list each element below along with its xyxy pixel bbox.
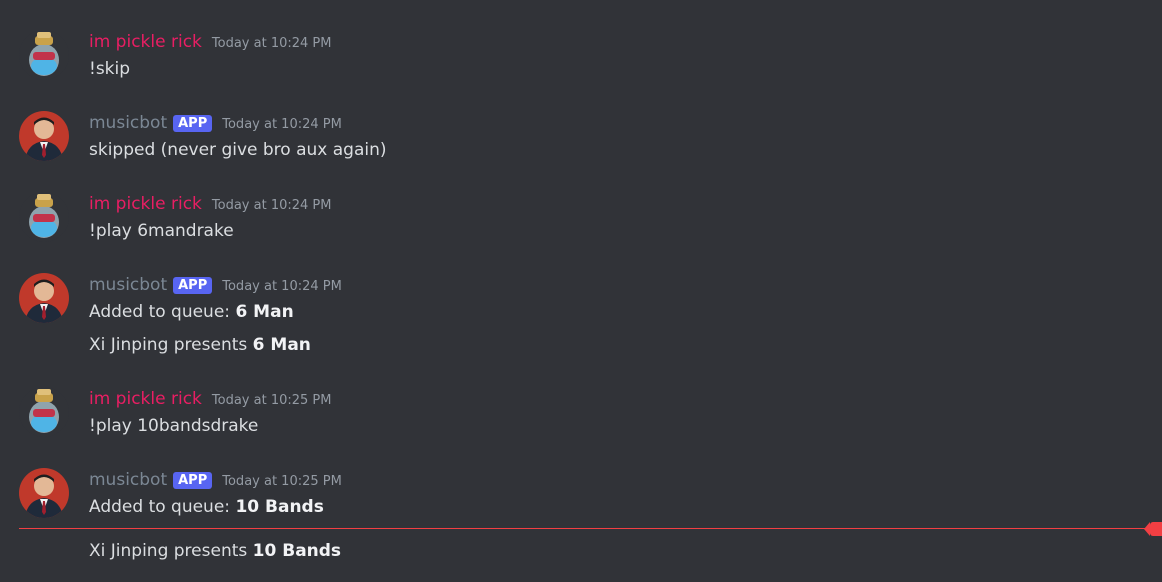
username[interactable]: im pickle rick: [89, 31, 202, 53]
message-text-line: !play 10bandsdrake: [89, 416, 259, 436]
pickle-jar-avatar-icon[interactable]: [19, 192, 69, 242]
username[interactable]: musicbot: [89, 469, 167, 491]
message-text: Added to queue: 10 Bands: [89, 496, 324, 518]
message-text: skipped (never give bro aux again): [89, 139, 387, 161]
message-text: Added to queue: 6 Man: [89, 301, 294, 323]
new-messages-marker: [1144, 522, 1162, 536]
timestamp: Today at 10:24 PM: [211, 35, 332, 51]
message-text-line: skipped (never give bro aux again): [89, 140, 387, 160]
song-title: 6 Man: [235, 302, 294, 322]
message-header: musicbot APP Today at 10:25 PM: [89, 468, 342, 492]
timestamp: Today at 10:25 PM: [222, 473, 342, 489]
timestamp: Today at 10:24 PM: [222, 278, 342, 294]
message-text-line: !play 6mandrake: [89, 221, 234, 241]
song-title: 6 Man: [252, 335, 311, 355]
message-header: musicbot APP Today at 10:24 PM: [89, 111, 342, 135]
message-text: Xi Jinping presents 6 Man: [89, 334, 311, 356]
timestamp: Today at 10:24 PM: [222, 116, 342, 132]
pickle-jar-avatar-icon[interactable]: [19, 30, 69, 80]
message-text: !play 10bandsdrake: [89, 415, 258, 437]
message-text: !play 6mandrake: [89, 220, 234, 242]
app-badge: APP: [173, 114, 213, 132]
message-text-line: Xi Jinping presents: [89, 541, 253, 561]
portrait-avatar-icon[interactable]: [19, 468, 69, 518]
message-text: !skip: [89, 58, 130, 80]
username[interactable]: im pickle rick: [89, 388, 202, 410]
new-messages-divider: [19, 528, 1152, 529]
app-badge: APP: [173, 276, 213, 294]
timestamp: Today at 10:25 PM: [211, 392, 332, 408]
timestamp: Today at 10:24 PM: [211, 197, 332, 213]
username[interactable]: musicbot: [89, 112, 167, 134]
message-header: musicbot APP Today at 10:24 PM: [89, 273, 342, 297]
chat-message-list: im pickle rick Today at 10:24 PM !skip m…: [0, 0, 1162, 582]
message-text-line: Added to queue:: [89, 497, 236, 517]
message-header: im pickle rick Today at 10:24 PM: [89, 30, 331, 54]
username[interactable]: im pickle rick: [89, 193, 202, 215]
portrait-avatar-icon[interactable]: [19, 111, 69, 161]
message-text-line: !skip: [89, 59, 131, 79]
message-text-line: Added to queue:: [89, 302, 236, 322]
song-title: 10 Bands: [235, 497, 324, 517]
portrait-avatar-icon[interactable]: [19, 273, 69, 323]
app-badge: APP: [173, 471, 213, 489]
message-text-line: Xi Jinping presents: [89, 335, 253, 355]
song-title: 10 Bands: [252, 541, 342, 561]
message-text: Xi Jinping presents 10 Bands: [89, 540, 341, 562]
username[interactable]: musicbot: [89, 274, 167, 296]
pickle-jar-avatar-icon[interactable]: [19, 387, 69, 437]
message-header: im pickle rick Today at 10:24 PM: [89, 192, 331, 216]
message-header: im pickle rick Today at 10:25 PM: [89, 387, 331, 411]
